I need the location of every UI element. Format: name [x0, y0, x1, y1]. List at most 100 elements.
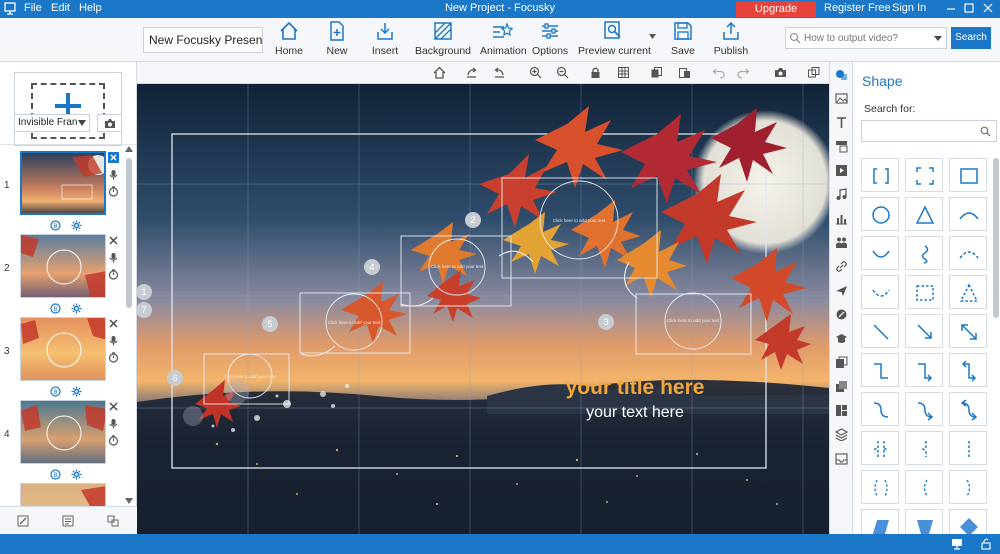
shape-panel-scrollbar[interactable] [993, 158, 999, 318]
menu-file[interactable]: File [24, 2, 42, 14]
close-icon[interactable] [108, 318, 119, 329]
shape-parentheses[interactable] [861, 470, 899, 504]
fit-screen-icon[interactable] [807, 66, 820, 79]
shape-dashed-triangle[interactable] [949, 275, 987, 309]
preview-current-button[interactable]: Preview current [578, 20, 651, 60]
add-frame-button[interactable] [14, 72, 122, 146]
frame-type-select[interactable]: Invisible Fran [14, 114, 90, 132]
frame-list-scrollbar[interactable] [125, 146, 133, 504]
layers-category-icon[interactable] [835, 380, 848, 393]
register-free-link[interactable]: Register Free [824, 2, 891, 14]
shape-dashed-curve[interactable] [861, 275, 899, 309]
frame-thumbnail-2[interactable]: 2 B [0, 231, 124, 314]
shape-search-input[interactable] [865, 123, 975, 139]
chevron-down-icon[interactable] [932, 32, 944, 44]
image-category-icon[interactable] [835, 92, 848, 105]
link-category-icon[interactable] [835, 260, 848, 273]
timer-icon[interactable] [108, 269, 119, 280]
text-category-icon[interactable] [835, 116, 848, 129]
slide-subtitle-text[interactable]: your text here [537, 404, 733, 422]
presentation-canvas[interactable]: Click here to add your text Click here t… [137, 84, 829, 534]
shape-parallelogram[interactable] [861, 509, 899, 534]
shape-rectangle[interactable] [949, 158, 987, 192]
grid-icon[interactable] [617, 66, 630, 79]
zoom-out-icon[interactable] [556, 66, 569, 79]
redo-icon[interactable] [737, 66, 750, 79]
stack-category-icon[interactable] [835, 428, 848, 441]
shape-trapezoid[interactable] [905, 509, 943, 534]
shape-curve[interactable] [861, 236, 899, 270]
home-button[interactable]: Home [275, 20, 303, 60]
search-button[interactable]: Search [951, 27, 991, 49]
zoom-in-icon[interactable] [529, 66, 542, 79]
shape-corner-frame[interactable] [905, 158, 943, 192]
paste-icon[interactable] [678, 66, 691, 79]
close-icon[interactable] [108, 235, 119, 246]
shape-dashed-arc[interactable] [949, 236, 987, 270]
inbox-category-icon[interactable] [835, 452, 848, 465]
effect-category-icon[interactable] [835, 308, 848, 321]
shape-diamond[interactable] [949, 509, 987, 534]
shape-elbow-arrow[interactable] [905, 353, 943, 387]
people-category-icon[interactable] [835, 236, 848, 249]
scroll-down-icon[interactable] [125, 498, 133, 504]
video-category-icon[interactable] [835, 164, 848, 177]
shape-arrow[interactable] [905, 314, 943, 348]
home-view-icon[interactable] [433, 66, 446, 79]
publish-button[interactable]: Publish [713, 20, 749, 60]
close-icon[interactable] [981, 1, 995, 15]
microphone-icon[interactable] [108, 335, 119, 346]
frame-thumbnail-5[interactable] [0, 480, 124, 506]
shape-elbow-line[interactable] [861, 353, 899, 387]
copy-icon[interactable] [650, 66, 663, 79]
shape-arc[interactable] [949, 197, 987, 231]
flash-category-icon[interactable] [835, 284, 848, 297]
shape-s-curve-arrow[interactable] [905, 392, 943, 426]
upgrade-account-button[interactable]: Upgrade account [736, 1, 816, 31]
shape-dashed-rectangle[interactable] [905, 275, 943, 309]
shape-brackets[interactable] [861, 158, 899, 192]
undo-icon[interactable] [712, 66, 725, 79]
background-button[interactable]: Background [413, 20, 473, 60]
menu-help[interactable]: Help [79, 2, 102, 14]
shape-spiral[interactable] [905, 236, 943, 270]
menu-edit[interactable]: Edit [51, 2, 70, 14]
frame-badge-icon[interactable]: B [50, 220, 61, 231]
close-icon[interactable] [108, 152, 119, 163]
shape-triangle[interactable] [905, 197, 943, 231]
shape-line[interactable] [861, 314, 899, 348]
new-button[interactable]: New [324, 20, 350, 60]
frame-badge-icon[interactable]: B [50, 303, 61, 314]
edit-frame-icon[interactable] [17, 515, 29, 527]
maximize-icon[interactable] [962, 1, 976, 15]
music-category-icon[interactable] [835, 188, 848, 201]
gear-icon[interactable] [71, 220, 82, 231]
help-search-input[interactable] [804, 29, 932, 47]
frame-thumbnail-3[interactable]: 3 B [0, 314, 124, 397]
scrollbar-thumb[interactable] [126, 158, 132, 308]
shape-s-curve[interactable] [861, 392, 899, 426]
gear-icon[interactable] [71, 386, 82, 397]
gear-icon[interactable] [71, 303, 82, 314]
frame-badge-icon[interactable]: B [50, 386, 61, 397]
unlock-icon[interactable] [980, 538, 992, 550]
shape-brace[interactable] [905, 431, 943, 465]
microphone-icon[interactable] [108, 169, 119, 180]
options-button[interactable]: Options [532, 20, 568, 60]
shape-vertical-line[interactable] [949, 431, 987, 465]
lock-icon[interactable] [589, 66, 602, 79]
frame-transform-icon[interactable] [107, 515, 119, 527]
close-icon[interactable] [108, 401, 119, 412]
chart-category-icon[interactable] [835, 212, 848, 225]
slide-title-text[interactable]: your title here [537, 376, 733, 400]
hat-category-icon[interactable] [835, 332, 848, 345]
gallery-category-icon[interactable] [835, 356, 848, 369]
timer-icon[interactable] [108, 186, 119, 197]
textbox-category-icon[interactable] [835, 140, 848, 153]
microphone-icon[interactable] [108, 418, 119, 429]
frame-badge-icon[interactable]: B [50, 469, 61, 480]
timer-icon[interactable] [108, 352, 119, 363]
frame-thumbnail-1[interactable]: 1 B [0, 148, 124, 231]
shape-elbow-double-arrow[interactable] [949, 353, 987, 387]
project-name-field[interactable]: New Focusky Presenta [143, 27, 263, 53]
